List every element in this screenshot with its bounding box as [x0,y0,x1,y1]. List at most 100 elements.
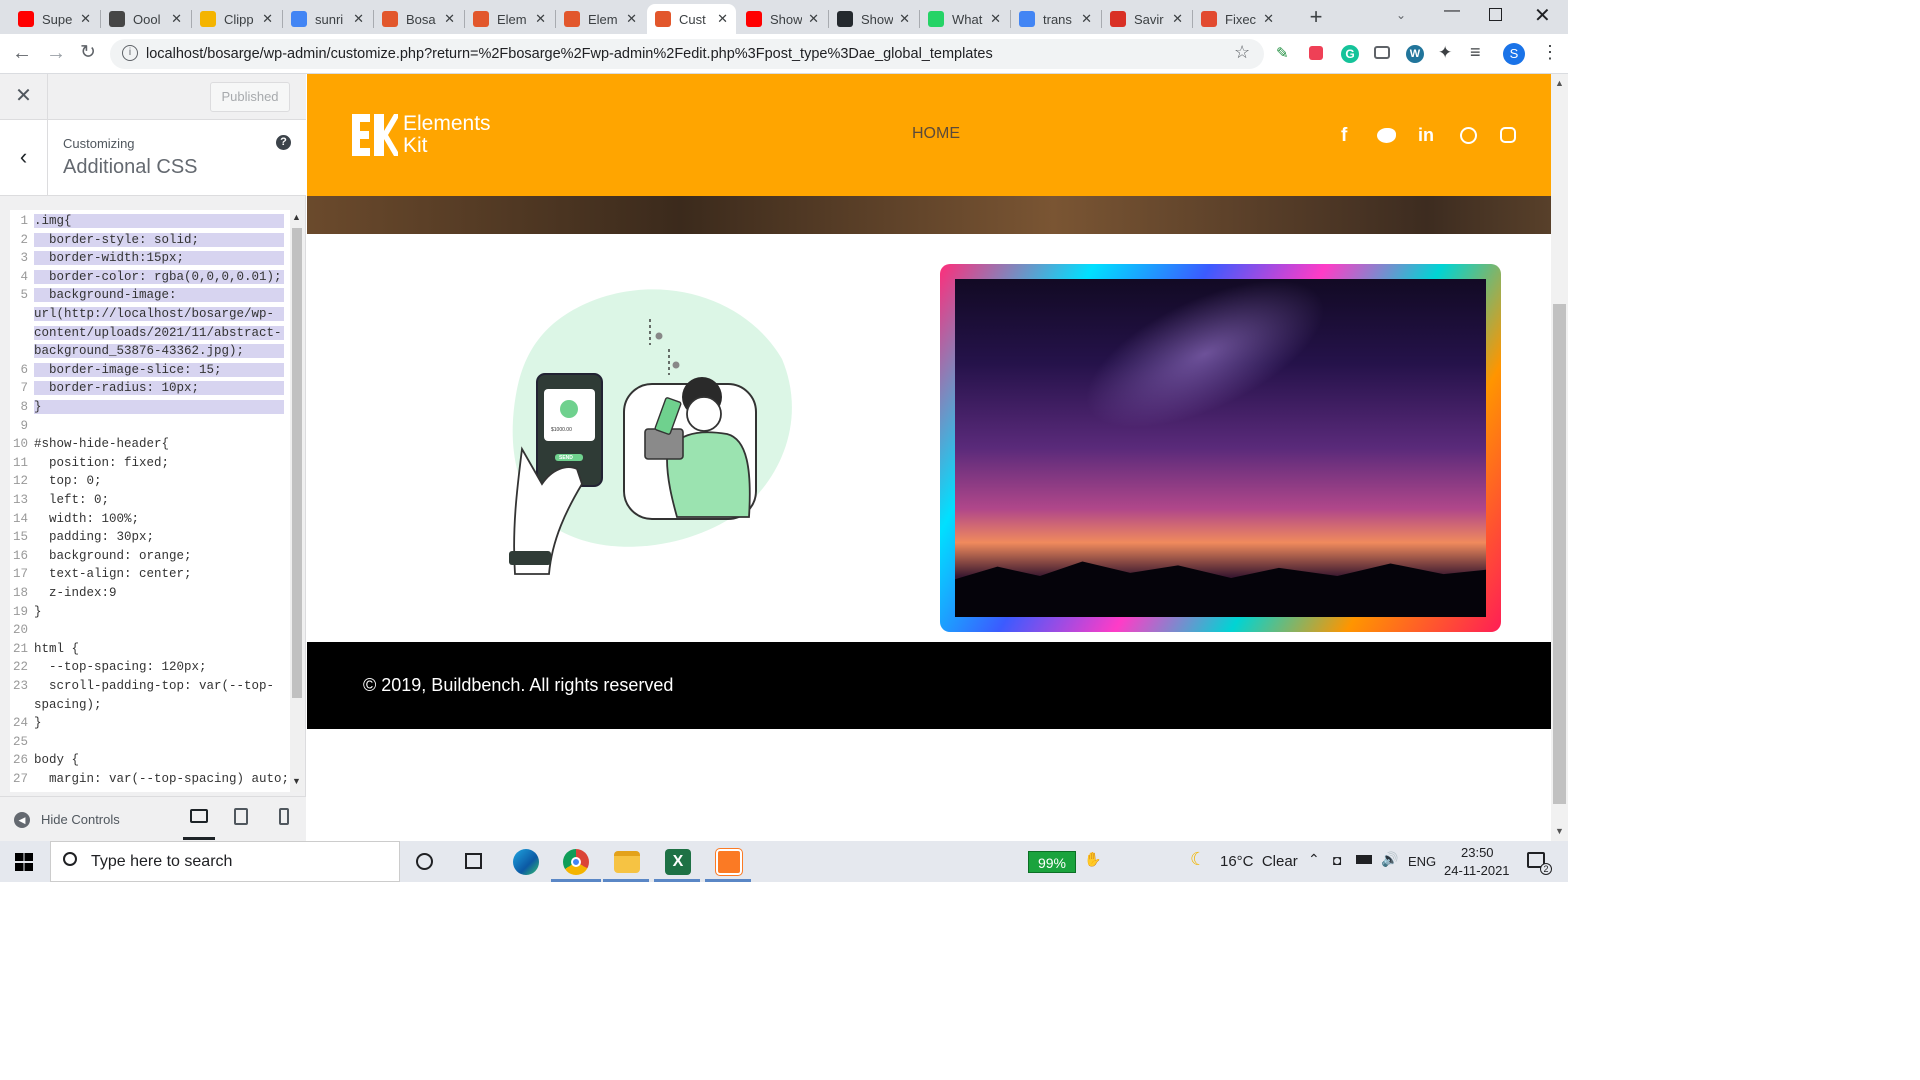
code-line[interactable]: } [34,605,284,619]
browser-tab[interactable]: Elem ✕ [465,4,554,34]
twitter-icon[interactable] [1377,128,1396,143]
instagram-icon[interactable] [1500,127,1516,143]
address-bar[interactable]: i localhost/bosarge/wp-admin/customize.p… [110,39,1264,69]
browser-tab[interactable]: Cust ✕ [647,4,736,34]
close-customizer-button[interactable]: ✕ [0,74,48,120]
reading-list-icon[interactable]: ≡ [1470,42,1481,63]
dribbble-icon[interactable] [1460,127,1477,144]
maximize-button[interactable] [1489,8,1502,21]
tab-close-icon[interactable]: ✕ [444,11,455,27]
code-line[interactable]: top: 0; [34,474,284,488]
tab-close-icon[interactable]: ✕ [899,11,910,27]
preview-scroll-down-icon[interactable]: ▼ [1555,826,1564,836]
preview-tablet-icon[interactable] [234,808,248,825]
hide-controls-label[interactable]: Hide Controls [41,812,120,827]
xampp-icon[interactable] [715,848,743,876]
preview-scroll-up-icon[interactable]: ▲ [1555,78,1564,88]
published-button[interactable]: Published [210,82,290,112]
code-line[interactable]: border-color: rgba(0,0,0,0.01); [34,269,284,284]
code-line[interactable]: margin: var(--top-spacing) auto; [34,772,289,786]
code-line[interactable]: position: fixed; [34,456,284,470]
code-line[interactable]: background: orange; [34,549,284,563]
elementskit-logo-icon[interactable] [352,114,398,156]
new-tab-button[interactable]: + [1306,4,1326,30]
reload-button[interactable]: ↻ [80,41,96,64]
cortana-icon[interactable] [416,853,433,870]
browser-tab[interactable]: Supe ✕ [10,4,99,34]
bookmark-star-icon[interactable]: ☆ [1234,42,1250,63]
taskbar-search-box[interactable]: Type here to search [50,841,400,882]
tab-search-icon[interactable]: ⌄ [1396,8,1410,22]
tray-overflow-icon[interactable]: ⌃ [1308,851,1320,868]
task-view-icon[interactable] [465,853,482,869]
code-line[interactable]: border-radius: 10px; [34,381,284,396]
preview-scroll-thumb[interactable] [1553,304,1566,804]
clock-time[interactable]: 23:50 [1461,845,1494,860]
code-line[interactable]: padding: 30px; [34,530,284,544]
battery-icon[interactable] [1356,855,1372,864]
extension-grammarly-icon[interactable]: G [1341,45,1359,63]
code-line[interactable]: scroll-padding-top: var(--top- [34,679,284,693]
back-button[interactable]: ← [12,42,32,65]
editor-scrollbar[interactable]: ▲ ▼ [290,210,304,792]
linkedin-icon[interactable]: in [1418,125,1434,146]
code-line[interactable]: body { [34,753,284,767]
tab-close-icon[interactable]: ✕ [171,11,182,27]
extensions-puzzle-icon[interactable]: ✦ [1438,43,1452,63]
code-line[interactable]: border-width:15px; [34,251,284,266]
tab-close-icon[interactable]: ✕ [1172,11,1183,27]
browser-tab[interactable]: Elem ✕ [556,4,645,34]
tab-close-icon[interactable]: ✕ [353,11,364,27]
css-code-editor[interactable]: 1 .img{2 border-style: solid; 3 border-wid… [10,210,304,792]
browser-tab[interactable]: Oool ✕ [101,4,190,34]
browser-tab[interactable]: Show ✕ [738,4,827,34]
preview-scrollbar[interactable]: ▲ ▼ [1551,74,1568,841]
close-window-button[interactable]: ✕ [1534,3,1554,29]
tab-close-icon[interactable]: ✕ [1081,11,1092,27]
browser-tab[interactable]: What ✕ [920,4,1009,34]
edge-icon[interactable] [513,849,539,875]
code-line[interactable]: spacing); [34,698,284,712]
browser-tab[interactable]: sunri ✕ [283,4,372,34]
code-line[interactable]: #show-hide-header{ [34,437,284,451]
chrome-icon[interactable] [563,849,589,875]
file-explorer-icon[interactable] [614,851,640,873]
tab-close-icon[interactable]: ✕ [808,11,819,27]
browser-tab[interactable]: Savir ✕ [1102,4,1191,34]
browser-menu-icon[interactable]: ⋮ [1541,42,1559,63]
code-line[interactable]: url(http://localhost/bosarge/wp- [34,307,284,321]
language-indicator[interactable]: ENG [1408,854,1436,869]
tab-close-icon[interactable]: ✕ [535,11,546,27]
excel-icon[interactable]: X [665,849,691,875]
code-line[interactable]: left: 0; [34,493,284,507]
tab-close-icon[interactable]: ✕ [990,11,1001,27]
battery-meter[interactable]: 99% [1028,851,1076,873]
browser-tab[interactable]: trans ✕ [1011,4,1100,34]
code-line[interactable]: content/uploads/2021/11/abstract- [34,325,284,340]
browser-tab[interactable]: Show ✕ [829,4,918,34]
code-line[interactable]: border-style: solid; [34,232,284,247]
site-info-icon[interactable]: i [122,45,138,61]
volume-icon[interactable]: 🔊 [1381,851,1398,868]
extension-wordpress-icon[interactable]: W [1406,45,1424,63]
browser-tab[interactable]: Bosa ✕ [374,4,463,34]
preview-desktop-icon[interactable] [190,809,208,823]
code-line[interactable]: background-image: [34,288,284,303]
editor-scroll-down-icon[interactable]: ▼ [292,776,301,786]
code-line[interactable]: .img{ [34,214,284,228]
preview-mobile-icon[interactable] [279,808,289,825]
tab-close-icon[interactable]: ✕ [1263,11,1274,27]
windows-start-icon[interactable] [15,853,33,871]
tab-close-icon[interactable]: ✕ [717,11,728,27]
nav-home-link[interactable]: HOME [912,125,960,143]
back-to-panel-button[interactable]: ‹ [0,120,48,196]
extension-camera-icon[interactable] [1374,46,1390,59]
code-line[interactable]: } [34,716,284,730]
facebook-icon[interactable]: f [1341,125,1347,147]
code-line[interactable]: width: 100%; [34,512,284,526]
weather-moon-icon[interactable]: ☾ [1190,849,1206,870]
code-line[interactable]: --top-spacing: 120px; [34,660,284,674]
editor-scroll-thumb[interactable] [292,228,302,698]
editor-scroll-up-icon[interactable]: ▲ [292,212,301,222]
wifi-icon[interactable]: ◘ [1333,852,1341,868]
